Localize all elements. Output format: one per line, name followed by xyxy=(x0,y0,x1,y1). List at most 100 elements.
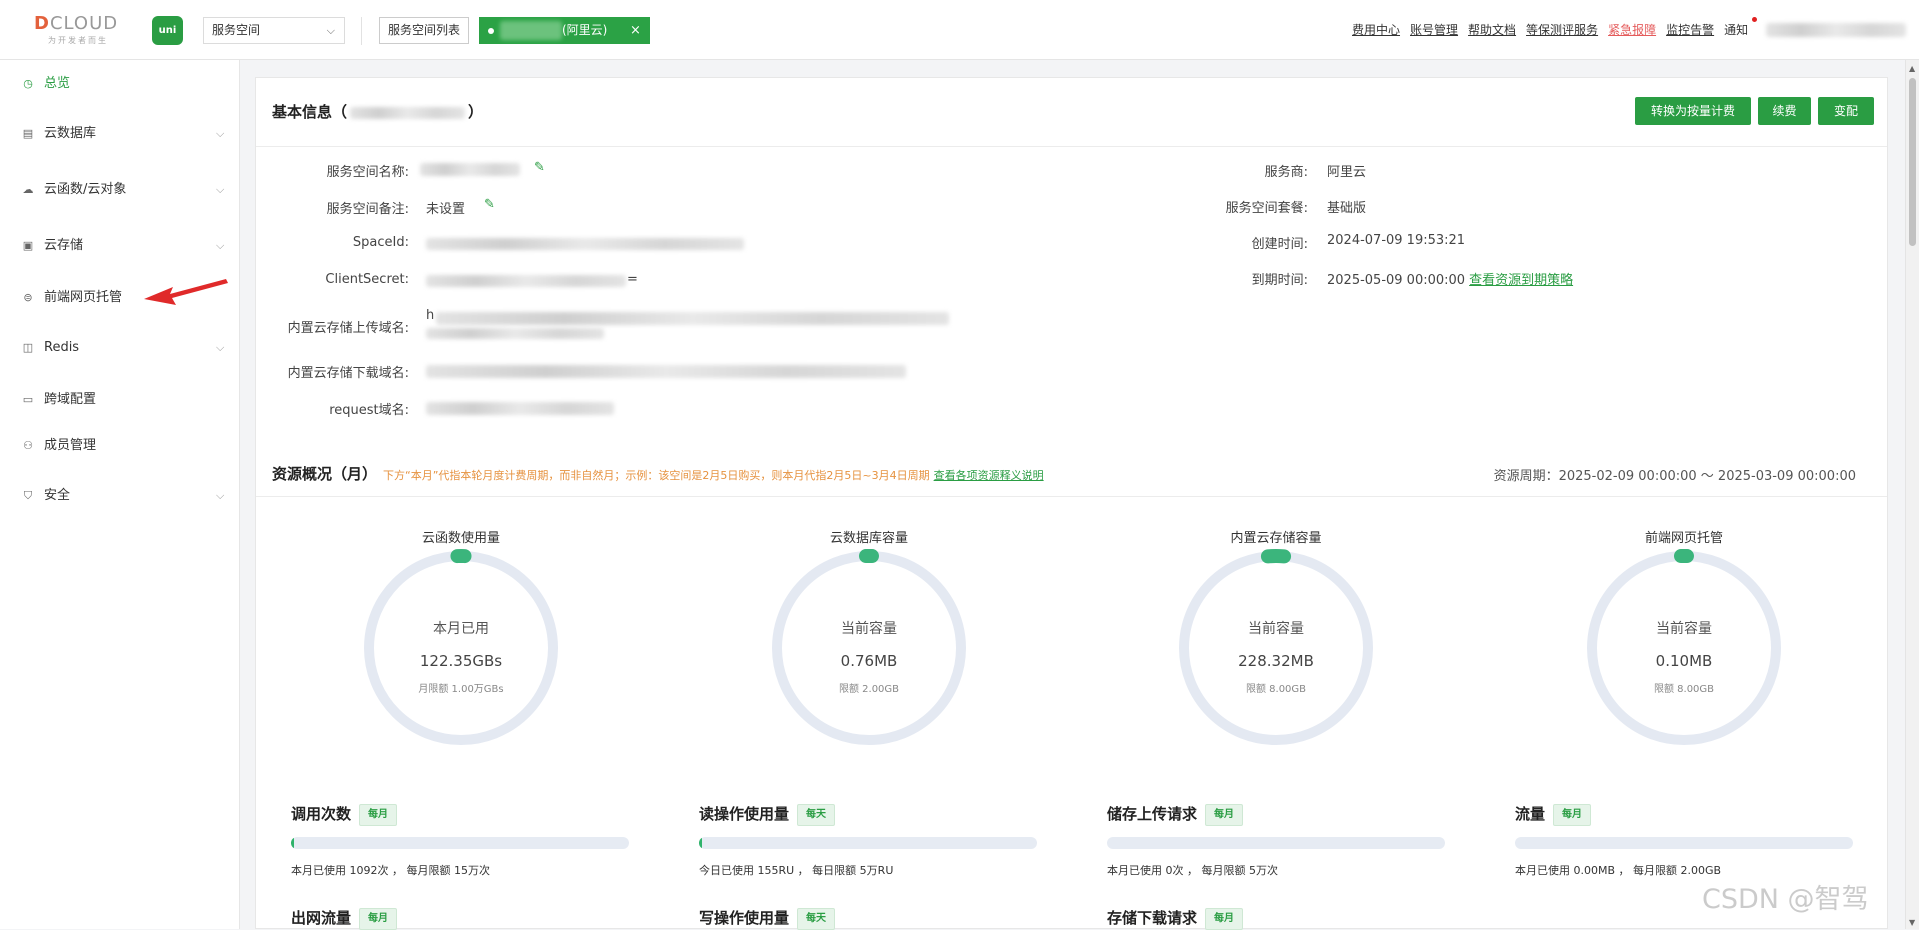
ring-caption: 当前容量 xyxy=(1248,621,1304,637)
resources-title: 资源概况（月） xyxy=(272,465,378,483)
sidebar-item-members[interactable]: ⚇ 成员管理 xyxy=(0,431,240,461)
current-space-tag[interactable]: (阿里云) × xyxy=(479,17,650,44)
expire-time: 2025-05-09 00:00:00 查看资源到期策略 xyxy=(1327,269,1573,288)
annotation-arrow-icon xyxy=(144,279,228,305)
space-id-value-redacted xyxy=(426,238,744,250)
sidebar-item-label: 云函数/云对象 xyxy=(44,182,127,197)
top-bar: DCLOUD 为开发者而生 uni 服务空间 ⌵ 服务空间列表 (阿里云) × … xyxy=(0,0,1919,60)
renew-button[interactable]: 续费 xyxy=(1758,97,1811,125)
redis-icon: ◫ xyxy=(22,341,34,354)
sidebar: ◷ 总览 ▤ 云数据库 ⌵ ☁ 云函数/云对象 ⌵ ▣ 云存储 ⌵ ⊜ 前端网页… xyxy=(0,60,240,929)
ring-title-storage: 内置云存储容量 xyxy=(1230,531,1322,546)
link-billing-center[interactable]: 费用中心 xyxy=(1352,23,1400,37)
cors-icon: ▭ xyxy=(22,393,34,406)
chevron-down-icon: ⌵ xyxy=(216,183,225,196)
label-created-time: 创建时间: xyxy=(1251,237,1308,252)
link-notifications[interactable]: 通知 xyxy=(1724,23,1748,37)
ring-title-functions: 云函数使用量 xyxy=(421,531,500,546)
resources-explain-link[interactable]: 查看各项资源释义说明 xyxy=(934,469,1044,482)
progress-fill xyxy=(699,837,702,849)
link-security-assessment[interactable]: 等保测评服务 xyxy=(1526,23,1598,37)
edit-name-icon[interactable]: ✎ xyxy=(534,160,545,175)
ring-caption: 当前容量 xyxy=(841,621,897,637)
link-help-docs[interactable]: 帮助文档 xyxy=(1468,23,1516,37)
link-emergency-report[interactable]: 紧急报障 xyxy=(1608,23,1656,37)
label-space-name: 服务空间名称: xyxy=(326,165,409,180)
change-spec-button[interactable]: 变配 xyxy=(1818,97,1874,125)
sidebar-item-security[interactable]: ⛉ 安全 ⌵ xyxy=(0,481,240,511)
expire-policy-link[interactable]: 查看资源到期策略 xyxy=(1469,273,1573,288)
scroll-up-icon[interactable]: ▲ xyxy=(1909,64,1915,73)
chevron-down-icon: ⌵ xyxy=(216,341,225,354)
label-space-remark: 服务空间备注: xyxy=(326,202,409,217)
metric-read-ops: 读操作使用量 每天 xyxy=(699,803,836,826)
metric-call-count: 调用次数 每月 xyxy=(291,803,398,826)
chevron-down-icon: ⌵ xyxy=(216,239,225,252)
sidebar-item-label: 成员管理 xyxy=(44,438,97,453)
space-provider-label: (阿里云) xyxy=(562,23,608,37)
sidebar-item-label: 跨域配置 xyxy=(44,392,97,407)
metric-upload-requests: 储存上传请求 每月 xyxy=(1107,803,1244,826)
ring-value: 228.32MB xyxy=(1238,652,1314,670)
request-domain-redacted xyxy=(426,402,614,415)
label-space-id: SpaceId: xyxy=(352,235,409,250)
ring-caption: 当前容量 xyxy=(1656,621,1712,637)
logo-slogan: 为开发者而生 xyxy=(48,36,108,45)
label-client-secret: ClientSecret: xyxy=(325,272,409,287)
period-badge: 每月 xyxy=(1553,803,1592,826)
ring-caption: 本月已用 xyxy=(433,621,489,637)
sidebar-item-storage[interactable]: ▣ 云存储 ⌵ xyxy=(0,231,240,261)
resources-note: 下方“本月”代指本轮月度计费周期，而非自然月；示例：该空间是2月5日购买，则本月… xyxy=(383,467,1044,483)
space-list-button[interactable]: 服务空间列表 xyxy=(379,17,470,44)
close-icon[interactable]: × xyxy=(630,17,641,44)
space-id-redacted xyxy=(350,106,466,119)
dcloud-logo[interactable]: DCLOUD 为开发者而生 xyxy=(34,13,118,46)
metric-title: 出网流量 xyxy=(291,909,352,927)
label-download-domain: 内置云存储下载域名: xyxy=(287,366,409,381)
space-select[interactable]: 服务空间 ⌵ xyxy=(203,17,345,44)
label-plan: 服务空间套餐: xyxy=(1225,201,1308,216)
ring-limit: 月限额 1.00万GBs xyxy=(418,684,504,695)
scroll-down-icon[interactable]: ▼ xyxy=(1909,918,1915,927)
metric-note-traffic: 本月已使用 0.00MB ， 每月限额 2.00GB xyxy=(1515,864,1722,877)
sidebar-item-overview[interactable]: ◷ 总览 xyxy=(0,69,240,99)
download-domain-redacted xyxy=(426,365,906,378)
link-monitor-alert[interactable]: 监控告警 xyxy=(1666,23,1714,37)
metric-title: 流量 xyxy=(1515,805,1546,823)
page-scrollbar[interactable]: ▲ ▼ xyxy=(1905,60,1919,929)
space-name-redacted xyxy=(420,163,520,176)
metric-title: 储存上传请求 xyxy=(1107,805,1198,823)
resources-note-text: 下方“本月”代指本轮月度计费周期，而非自然月；示例：该空间是2月5日购买，则本月… xyxy=(383,469,930,482)
ring-center-storage: 当前容量 228.32MB 限额 8.00GB xyxy=(1176,618,1376,695)
shield-icon: ⛉ xyxy=(23,489,33,502)
label-request-domain: request域名: xyxy=(329,403,409,418)
database-icon: ▤ xyxy=(22,127,34,140)
logo-rest: CLOUD xyxy=(49,13,119,34)
sidebar-item-cloud-functions[interactable]: ☁ 云函数/云对象 ⌵ xyxy=(0,175,240,205)
period-badge: 每月 xyxy=(1205,803,1244,826)
basic-info-title-text: 基本信息（ xyxy=(272,103,348,121)
ring-limit: 限额 8.00GB xyxy=(1245,684,1307,695)
upload-domain-line2-redacted xyxy=(426,328,604,339)
metric-title: 读操作使用量 xyxy=(699,805,790,823)
edit-remark-icon[interactable]: ✎ xyxy=(484,197,495,212)
sidebar-item-redis[interactable]: ◫ Redis ⌵ xyxy=(0,333,240,363)
user-icon: ⚇ xyxy=(23,439,33,452)
user-account-redacted[interactable] xyxy=(1766,23,1906,37)
sidebar-item-label: 云存储 xyxy=(44,238,84,253)
link-account[interactable]: 账号管理 xyxy=(1410,23,1458,37)
uni-app-icon[interactable]: uni xyxy=(152,16,183,45)
csdn-watermark: CSDN @智驾 xyxy=(1702,884,1869,915)
progress-bar-read-ops xyxy=(699,837,1037,849)
top-links: 费用中心 账号管理 帮助文档 等保测评服务 紧急报障 监控告警 通知 xyxy=(1352,21,1748,38)
sidebar-item-database[interactable]: ▤ 云数据库 ⌵ xyxy=(0,119,240,149)
convert-billing-button[interactable]: 转换为按量计费 xyxy=(1635,97,1751,125)
scrollbar-thumb[interactable] xyxy=(1909,78,1916,246)
metric-write-ops: 写操作使用量 每天 xyxy=(699,907,836,930)
sidebar-item-cors[interactable]: ▭ 跨域配置 xyxy=(0,385,240,415)
basic-info-title-close: ） xyxy=(468,103,484,121)
ring-title-web-hosting: 前端网页托管 xyxy=(1644,531,1723,546)
period-badge: 每天 xyxy=(797,803,836,826)
ring-limit: 限额 8.00GB xyxy=(1653,684,1715,695)
ring-title-database: 云数据库容量 xyxy=(829,531,908,546)
